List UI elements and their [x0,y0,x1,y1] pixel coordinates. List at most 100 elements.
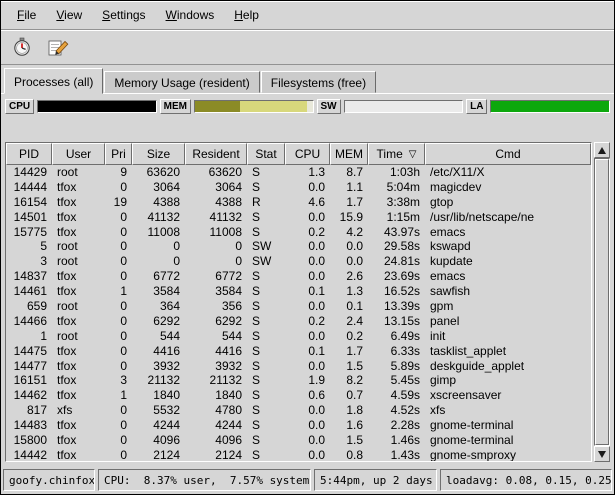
scroll-up-button[interactable] [594,142,610,158]
memory-cached-segment [240,101,307,112]
cell-size: 4096 [132,433,185,448]
cell-stat: S [247,299,285,314]
process-table: PID User Pri Size Resident Stat CPU MEM … [5,142,592,462]
tab-memory-usage[interactable]: Memory Usage (resident) [104,71,259,93]
cell-pri: 0 [105,359,132,374]
edit-button[interactable] [43,33,73,61]
process-row[interactable]: 3 root 0 0 0 SW 0.0 0.0 24.81s kupdate [6,254,591,269]
loadavg-panel: loadavg: 0.08, 0.15, 0.25 [440,469,612,491]
cell-mem: 15.9 [330,210,368,225]
column-header-time[interactable]: Time ▽ [368,143,425,165]
process-row[interactable]: 16154 tfox 19 4388 4388 R 4.6 1.7 3:38m … [6,195,591,210]
column-header-cmd[interactable]: Cmd [425,143,591,165]
hostname-panel: goofy.chinfox [3,469,95,491]
statusbar: goofy.chinfox CPU: 8.37% user, 7.57% sys… [1,466,614,494]
cell-pri: 3 [105,373,132,388]
cell-mem: 0.8 [330,448,368,461]
cell-cmd: xscreensaver [425,388,591,403]
cell-user: tfox [52,180,105,195]
stopwatch-button[interactable] [7,33,37,61]
cell-stat: S [247,388,285,403]
cell-user: root [52,254,105,269]
cell-pri: 1 [105,388,132,403]
process-row[interactable]: 14466 tfox 0 6292 6292 S 0.2 2.4 13.15s … [6,314,591,329]
loadavg-bar-label: LA [466,99,487,114]
column-header-cpu[interactable]: CPU [285,143,330,165]
process-row[interactable]: 14442 tfox 0 2124 2124 S 0.0 0.8 1.43s g… [6,448,591,461]
cell-mem: 1.8 [330,403,368,418]
cell-size: 2124 [132,448,185,461]
cell-resident: 3932 [185,359,247,374]
cell-pri: 0 [105,269,132,284]
cell-cmd: /etc/X11/X [425,165,591,180]
process-row[interactable]: 14483 tfox 0 4244 4244 S 0.0 1.6 2.28s g… [6,418,591,433]
cell-resident: 4780 [185,403,247,418]
cell-user: tfox [52,388,105,403]
column-header-size[interactable]: Size [132,143,185,165]
cell-pid: 15775 [6,225,52,240]
column-header-pid[interactable]: PID [6,143,52,165]
cell-mem: 1.1 [330,180,368,195]
cell-time: 5.45s [368,373,425,388]
cell-size: 4244 [132,418,185,433]
menu-view[interactable]: View [46,5,92,25]
loadavg-bar [490,100,610,113]
cell-time: 6.49s [368,329,425,344]
cell-cmd: emacs [425,269,591,284]
process-row[interactable]: 14429 root 9 63620 63620 S 1.3 8.7 1:03h… [6,165,591,180]
process-row[interactable]: 14462 tfox 1 1840 1840 S 0.6 0.7 4.59s x… [6,388,591,403]
column-header-user[interactable]: User [52,143,105,165]
cell-size: 544 [132,329,185,344]
process-row[interactable]: 14477 tfox 0 3932 3932 S 0.0 1.5 5.89s d… [6,359,591,374]
process-row[interactable]: 14475 tfox 0 4416 4416 S 0.1 1.7 6.33s t… [6,344,591,359]
menu-settings[interactable]: Settings [92,5,155,25]
menu-help[interactable]: Help [224,5,269,25]
cell-user: tfox [52,433,105,448]
column-header-resident[interactable]: Resident [185,143,247,165]
cell-pid: 14501 [6,210,52,225]
menu-windows[interactable]: Windows [156,5,225,25]
cell-stat: S [247,344,285,359]
cell-time: 13.39s [368,299,425,314]
cell-size: 3932 [132,359,185,374]
column-header-mem[interactable]: MEM [330,143,368,165]
column-header-stat[interactable]: Stat [247,143,285,165]
scroll-down-button[interactable] [594,446,610,462]
process-row[interactable]: 15775 tfox 0 11008 11008 S 0.2 4.2 43.97… [6,225,591,240]
column-header-pri[interactable]: Pri [105,143,132,165]
process-row[interactable]: 5 root 0 0 0 SW 0.0 0.0 29.58s kswapd [6,239,591,254]
process-row[interactable]: 14501 tfox 0 41132 41132 S 0.0 15.9 1:15… [6,210,591,225]
cell-time: 13.15s [368,314,425,329]
cpu-usage-fill [38,101,156,112]
cell-stat: SW [247,239,285,254]
process-row[interactable]: 14837 tfox 0 6772 6772 S 0.0 2.6 23.69s … [6,269,591,284]
cell-size: 6292 [132,314,185,329]
process-row[interactable]: 1 root 0 544 544 S 0.0 0.2 6.49s init [6,329,591,344]
cell-size: 4388 [132,195,185,210]
arrow-up-icon [598,147,606,154]
cell-cpu: 0.1 [285,284,330,299]
process-row[interactable]: 14444 tfox 0 3064 3064 S 0.0 1.1 5:04m m… [6,180,591,195]
cell-pid: 14466 [6,314,52,329]
tab-processes[interactable]: Processes (all) [4,68,103,94]
process-row[interactable]: 14461 tfox 1 3584 3584 S 0.1 1.3 16.52s … [6,284,591,299]
clock-uptime-panel: 5:44pm, up 2 days [314,469,437,491]
process-row[interactable]: 16151 tfox 3 21132 21132 S 1.9 8.2 5.45s… [6,373,591,388]
resource-bars: CPU MEM SW LA [5,98,610,115]
process-row[interactable]: 659 root 0 364 356 S 0.0 0.1 13.39s gpm [6,299,591,314]
cell-cpu: 0.2 [285,225,330,240]
cell-cmd: kupdate [425,254,591,269]
cell-cpu: 0.0 [285,254,330,269]
cell-pri: 0 [105,299,132,314]
process-row[interactable]: 15800 tfox 0 4096 4096 S 0.0 1.5 1.46s g… [6,433,591,448]
cell-pri: 0 [105,418,132,433]
scrollbar-thumb[interactable] [595,159,609,445]
cell-pid: 14837 [6,269,52,284]
scrollbar-track[interactable] [594,158,610,446]
cell-cmd: magicdev [425,180,591,195]
menu-file[interactable]: File [7,5,46,25]
process-row[interactable]: 817 xfs 0 5532 4780 S 0.0 1.8 4.52s xfs [6,403,591,418]
cell-cpu: 1.9 [285,373,330,388]
cell-pri: 0 [105,210,132,225]
tab-filesystems[interactable]: Filesystems (free) [261,71,376,93]
